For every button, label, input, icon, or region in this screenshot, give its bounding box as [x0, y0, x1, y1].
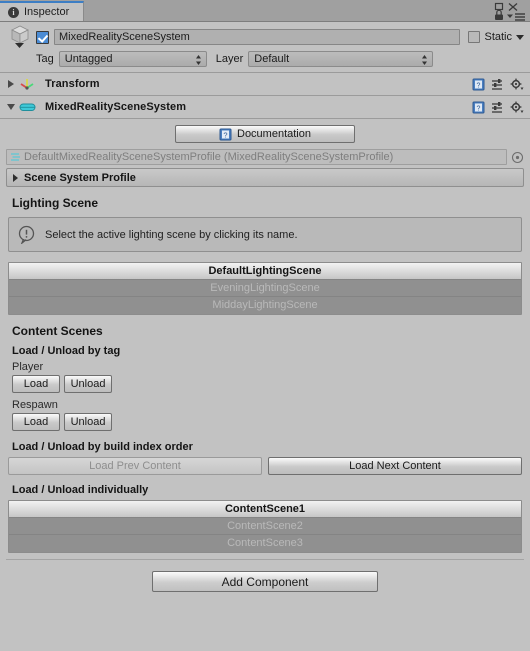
component-tools: ?: [472, 101, 524, 114]
settings-gear-icon[interactable]: [510, 101, 524, 114]
chevron-down-icon: [507, 14, 513, 18]
layer-label: Layer: [215, 53, 244, 65]
component-header-scene-system[interactable]: MixedRealitySceneSystem ?: [0, 96, 530, 119]
content-scene-list: ContentScene1 ContentScene2 ContentScene…: [8, 500, 522, 553]
unload-button-player[interactable]: Unload: [64, 375, 112, 393]
scene-system-body: ? Documentation DefaultMixedRealityScene…: [0, 119, 530, 592]
menu-icon: [515, 13, 525, 21]
content-scene-row[interactable]: ContentScene3: [9, 535, 521, 552]
layer-value: Default: [254, 53, 290, 65]
preset-icon[interactable]: [491, 78, 504, 91]
window-controls: [475, 1, 527, 21]
inspector-window: i Inspector MixedRealitySceneSystem Stat…: [0, 0, 530, 651]
tab-inspector[interactable]: i Inspector: [0, 1, 85, 21]
scriptable-object-icon: [11, 152, 20, 161]
lighting-scene-row[interactable]: DefaultLightingScene: [9, 263, 521, 280]
unload-button-respawn[interactable]: Unload: [64, 413, 112, 431]
settings-gear-icon[interactable]: [510, 78, 524, 91]
lighting-scene-helpbox: Select the active lighting scene by clic…: [8, 217, 522, 252]
lock-icon: [495, 9, 503, 20]
component-header-transform[interactable]: Transform ?: [0, 73, 530, 96]
svg-text:?: ?: [477, 105, 481, 112]
gameobject-header: MixedRealitySceneSystem Static Tag Untag…: [0, 22, 530, 73]
static-control: Static: [468, 31, 524, 43]
add-component-row: Add Component: [6, 560, 524, 592]
scene-system-profile-foldout[interactable]: Scene System Profile: [6, 168, 524, 187]
transform-gizmo-icon: [17, 76, 37, 92]
lighting-scene-row[interactable]: MiddayLightingScene: [9, 297, 521, 314]
svg-text:?: ?: [223, 130, 227, 139]
transform-foldout-toggle[interactable]: [5, 80, 17, 88]
component-title: Transform: [45, 78, 100, 90]
maximize-icon: [494, 2, 504, 11]
static-dropdown-icon[interactable]: [516, 34, 524, 40]
load-unload-by-build-index-label: Load / Unload by build index order: [12, 441, 193, 453]
profile-object-field[interactable]: DefaultMixedRealitySceneSystemProfile (M…: [6, 149, 507, 165]
help-book-icon[interactable]: ?: [472, 101, 485, 114]
tag-buttons-respawn: Load Unload: [12, 413, 524, 431]
updown-arrows-icon: [195, 55, 201, 65]
updown-arrows-icon: [422, 55, 428, 65]
svg-text:?: ?: [477, 82, 481, 89]
info-bubble-icon: [18, 225, 35, 244]
load-unload-by-tag-label: Load / Unload by tag: [12, 345, 121, 357]
tag-layer-row: Tag Untagged Layer Default: [6, 50, 524, 68]
info-circle-icon: i: [8, 6, 19, 18]
documentation-label: Documentation: [237, 128, 311, 140]
gameobject-name-row: MixedRealitySceneSystem Static: [6, 24, 524, 50]
documentation-row: ? Documentation: [6, 119, 524, 148]
tag-name-player: Player: [12, 361, 44, 373]
preset-icon[interactable]: [491, 101, 504, 114]
scene-system-foldout-toggle[interactable]: [5, 104, 17, 110]
content-scene-row[interactable]: ContentScene1: [9, 501, 521, 518]
load-button-player[interactable]: Load: [12, 375, 60, 393]
content-scene-row[interactable]: ContentScene2: [9, 518, 521, 535]
lighting-scene-row[interactable]: EveningLightingScene: [9, 280, 521, 297]
tag-dropdown[interactable]: Untagged: [58, 51, 207, 67]
profile-field-row: DefaultMixedRealitySceneSystemProfile (M…: [6, 148, 524, 168]
tag-buttons-player: Load Unload: [12, 375, 524, 393]
load-next-content-button[interactable]: Load Next Content: [268, 457, 522, 475]
static-label: Static: [484, 31, 512, 43]
tab-label: Inspector: [24, 6, 70, 18]
close-icon: [508, 3, 518, 11]
tag-value: Untagged: [64, 53, 113, 65]
tag-label: Tag: [36, 53, 54, 65]
chevron-right-icon: [13, 173, 18, 182]
add-component-button[interactable]: Add Component: [152, 571, 378, 592]
gameobject-name-input[interactable]: MixedRealitySceneSystem: [54, 29, 461, 45]
scene-system-icon: [17, 100, 37, 114]
load-unload-individually-label: Load / Unload individually: [12, 484, 149, 496]
profile-value: DefaultMixedRealitySceneSystemProfile (M…: [24, 151, 394, 163]
content-scenes-section-title: Content Scenes: [12, 324, 103, 338]
build-index-buttons: Load Prev Content Load Next Content: [8, 457, 522, 475]
help-book-icon[interactable]: ?: [472, 78, 485, 91]
lighting-scene-help-text: Select the active lighting scene by clic…: [45, 228, 298, 241]
documentation-button[interactable]: ? Documentation: [175, 125, 355, 143]
load-button-respawn[interactable]: Load: [12, 413, 60, 431]
gameobject-enabled-checkbox[interactable]: [36, 30, 49, 44]
book-help-icon: ?: [219, 128, 232, 140]
static-checkbox[interactable]: [468, 31, 481, 43]
component-tools: ?: [472, 78, 524, 91]
lighting-scene-list: DefaultLightingScene EveningLightingScen…: [8, 262, 522, 315]
load-prev-content-button[interactable]: Load Prev Content: [8, 457, 262, 475]
scene-system-profile-label: Scene System Profile: [24, 171, 136, 184]
cube-icon[interactable]: [6, 24, 34, 50]
component-title: MixedRealitySceneSystem: [45, 101, 187, 113]
circle-select-icon[interactable]: [511, 151, 524, 164]
lighting-scene-section-title: Lighting Scene: [12, 196, 99, 210]
tab-bar: i Inspector: [0, 0, 530, 22]
tag-name-respawn: Respawn: [12, 399, 58, 411]
layer-dropdown[interactable]: Default: [248, 51, 434, 67]
